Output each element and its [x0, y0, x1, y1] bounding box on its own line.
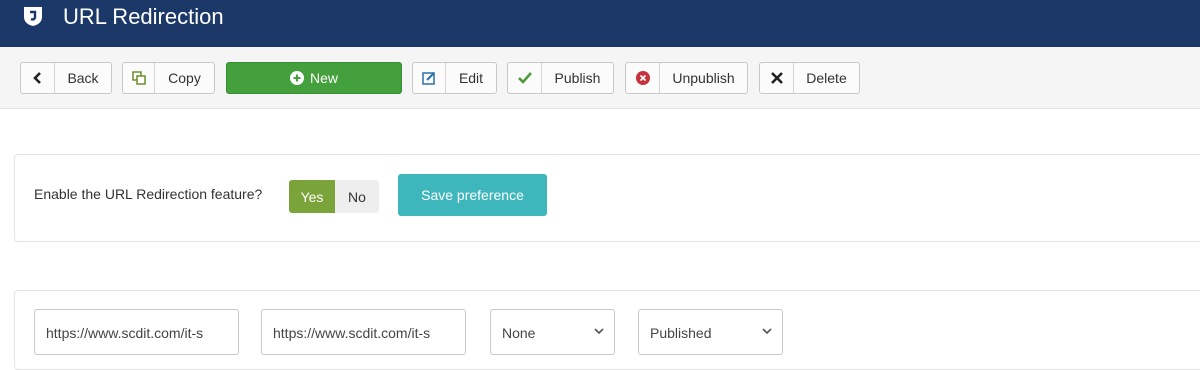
- chevron-down-icon: [762, 328, 772, 335]
- edit-button[interactable]: Edit: [412, 62, 497, 94]
- joomla-logo-icon: [24, 7, 42, 26]
- redirect-type-select[interactable]: None: [490, 309, 615, 355]
- save-preference-button[interactable]: Save preference: [398, 174, 547, 216]
- back-button[interactable]: Back: [20, 62, 112, 94]
- redirection-preference-panel: Enable the URL Redirection feature? Yes …: [14, 154, 1200, 242]
- chevron-left-icon: [21, 63, 55, 93]
- app-header: URL Redirection: [0, 0, 1200, 47]
- copy-icon: [123, 63, 155, 93]
- delete-button[interactable]: Delete: [759, 62, 860, 94]
- filter-panel: https://www.scdit.com/it-s https://www.s…: [14, 290, 1200, 370]
- copy-button[interactable]: Copy: [122, 62, 215, 94]
- redirect-type-value: None: [502, 325, 536, 341]
- chevron-down-icon: [594, 328, 604, 335]
- toggle-no-option[interactable]: No: [335, 180, 379, 213]
- close-icon: [760, 63, 794, 93]
- unpublish-button[interactable]: Unpublish: [625, 62, 748, 94]
- toolbar: Back Copy New Edit Publish Unpublish Del…: [0, 47, 1200, 109]
- page-title: URL Redirection: [63, 4, 224, 29]
- enable-toggle[interactable]: Yes No: [289, 180, 379, 213]
- edit-icon: [413, 63, 446, 93]
- times-circle-icon: [626, 63, 660, 93]
- status-value: Published: [650, 325, 712, 341]
- status-select[interactable]: Published: [638, 309, 783, 355]
- new-button[interactable]: New: [226, 62, 402, 94]
- new-url-input[interactable]: https://www.scdit.com/it-s: [261, 309, 466, 355]
- feature-question-label: Enable the URL Redirection feature?: [34, 186, 263, 202]
- old-url-input[interactable]: https://www.scdit.com/it-s: [34, 309, 239, 355]
- publish-button[interactable]: Publish: [507, 62, 614, 94]
- plus-circle-icon: [289, 63, 304, 93]
- toggle-yes-option[interactable]: Yes: [289, 180, 335, 213]
- check-icon: [508, 63, 542, 93]
